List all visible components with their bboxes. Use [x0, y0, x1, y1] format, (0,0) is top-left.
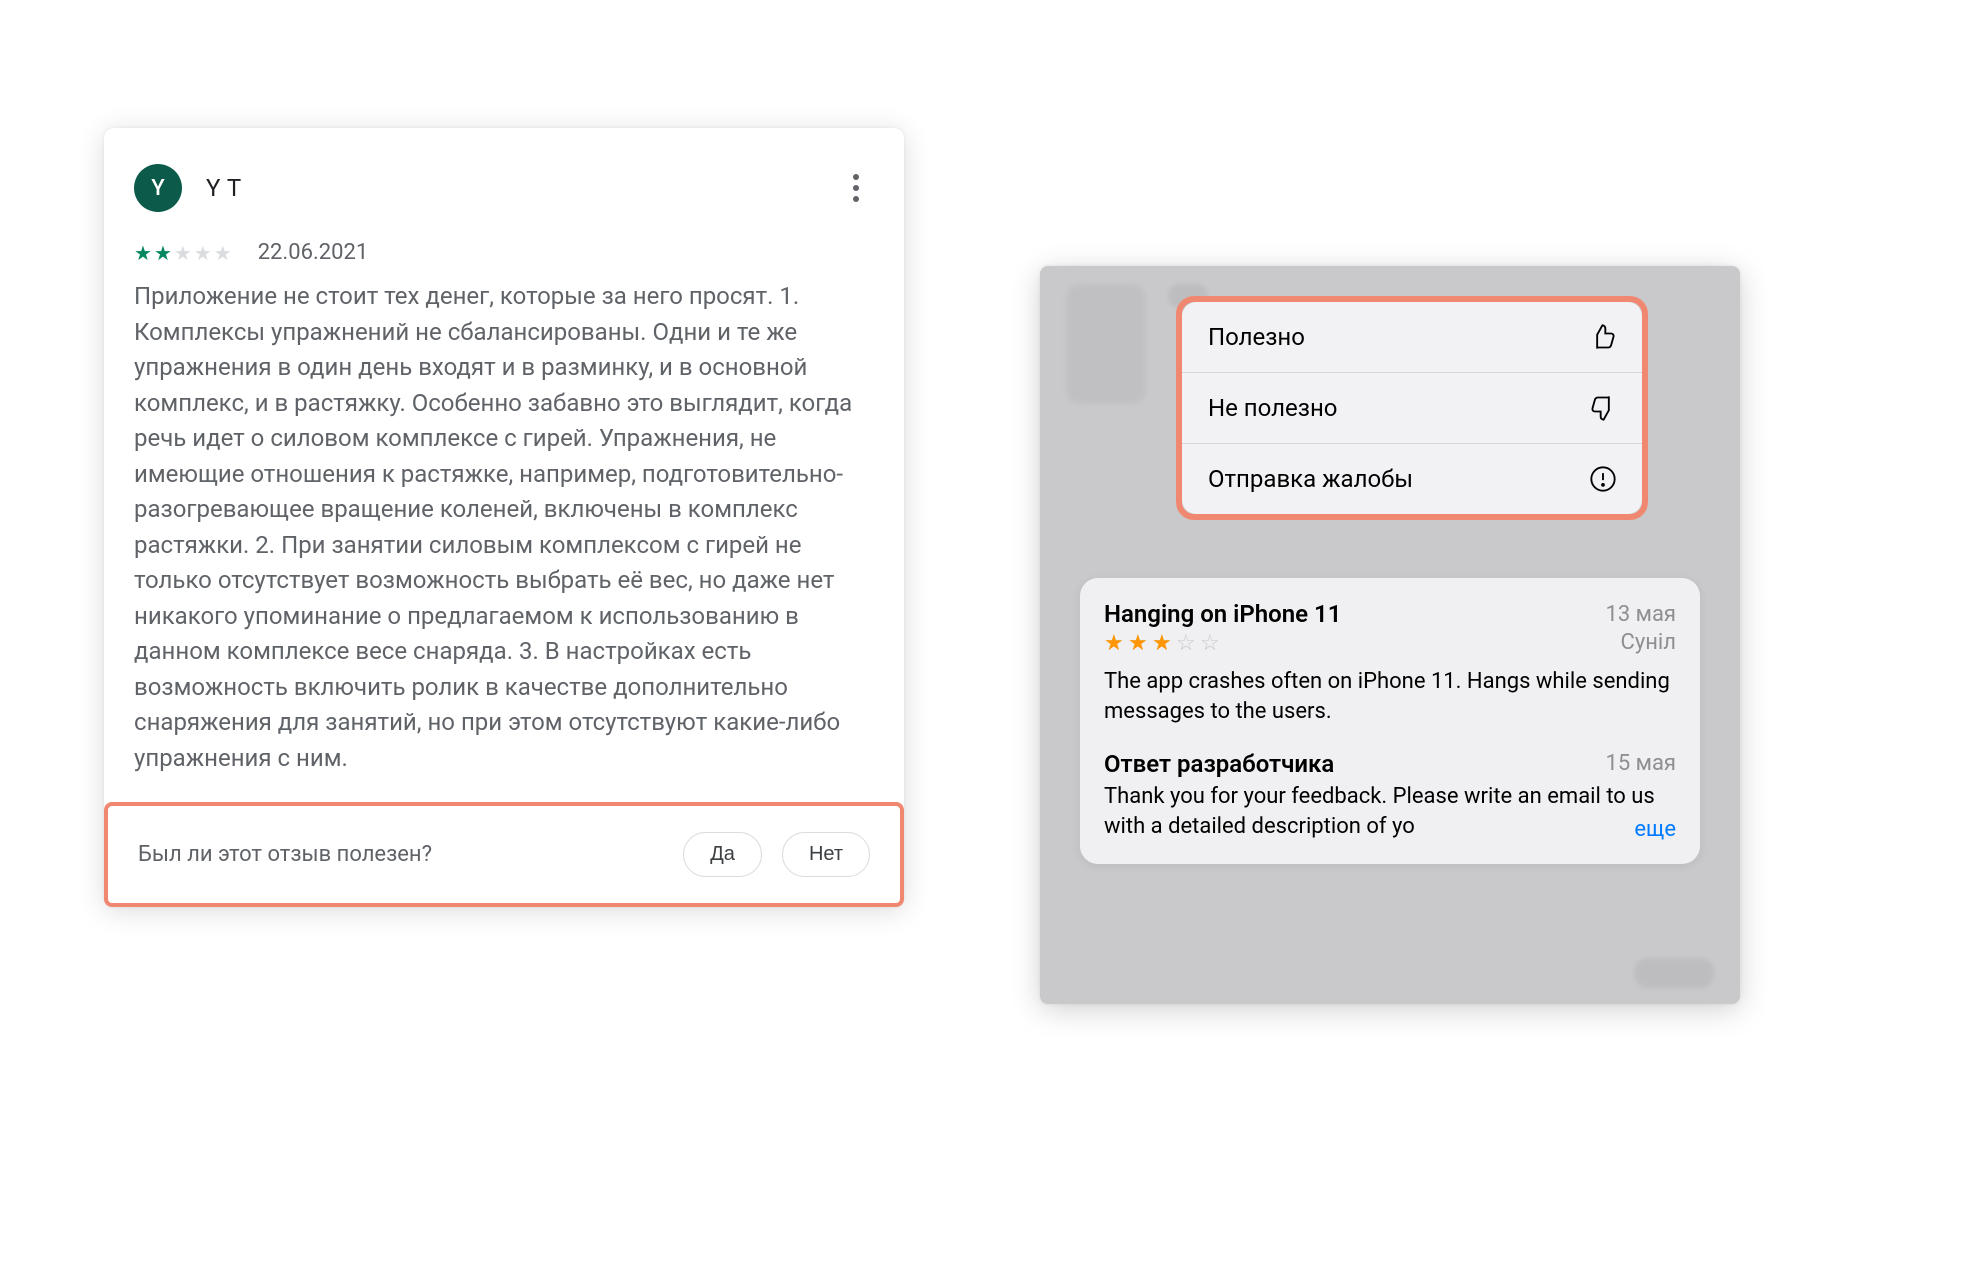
kebab-dot-icon	[853, 174, 859, 180]
kebab-dot-icon	[853, 185, 859, 191]
reviewer-name: Y T	[206, 174, 242, 202]
background-blur	[1634, 958, 1714, 988]
menu-item-report[interactable]: Отправка жалобы	[1182, 444, 1642, 514]
thumbs-up-icon	[1588, 322, 1618, 352]
star-rating: ☆★☆★☆★☆★☆★	[1104, 631, 1222, 655]
developer-response-date: 15 мая	[1605, 751, 1676, 776]
star-rating: ★★★★★	[134, 243, 232, 263]
rating-line: ★★★★★ 22.06.2021	[134, 240, 874, 279]
star-empty-icon: ★	[214, 243, 232, 263]
alert-circle-icon	[1588, 464, 1618, 494]
helpful-yes-button[interactable]: Да	[683, 832, 762, 877]
more-options-button[interactable]	[838, 170, 874, 206]
developer-response-body: Thank you for your feedback. Please writ…	[1104, 778, 1676, 843]
developer-response-title: Ответ разработчика	[1104, 750, 1334, 778]
review-author: Суніл	[1621, 630, 1676, 655]
menu-item-not-helpful[interactable]: Не полезно	[1182, 373, 1642, 444]
app-store-panel: Полезно Не полезно Отправка жалобы Hang	[1040, 266, 1740, 1004]
highlight-box: Полезно Не полезно Отправка жалобы	[1176, 296, 1648, 520]
avatar: Y	[134, 164, 182, 212]
review-date: 13 мая	[1605, 602, 1676, 627]
google-play-review-card: Y Y T ★★★★★ 22.06.2021 Приложение не сто…	[104, 128, 904, 907]
menu-item-label: Полезно	[1208, 323, 1305, 351]
app-store-review-card[interactable]: Hanging on iPhone 11 13 мая ☆★☆★☆★☆★☆★ С…	[1080, 578, 1700, 864]
star-empty-icon: ☆★	[1176, 633, 1198, 655]
star-filled-icon: ☆★	[1152, 633, 1174, 655]
background-blur	[1066, 284, 1146, 404]
kebab-dot-icon	[853, 196, 859, 202]
review-header: Y Y T	[134, 158, 874, 240]
helpful-question: Был ли этот отзыв полезен?	[138, 842, 663, 867]
helpful-section: Был ли этот отзыв полезен? Да Нет	[104, 802, 904, 907]
review-title: Hanging on iPhone 11	[1104, 600, 1341, 628]
star-filled-icon: ★	[134, 243, 152, 263]
menu-item-helpful[interactable]: Полезно	[1182, 302, 1642, 373]
star-empty-icon: ★	[194, 243, 212, 263]
review-body: The app crashes often on iPhone 11. Hang…	[1104, 655, 1676, 728]
show-more-link[interactable]: еще	[1594, 817, 1676, 842]
thumbs-down-icon	[1588, 393, 1618, 423]
menu-item-label: Отправка жалобы	[1208, 465, 1413, 493]
review-body: Приложение не стоит тех денег, которые з…	[134, 279, 874, 802]
context-menu: Полезно Не полезно Отправка жалобы	[1182, 302, 1642, 514]
star-filled-icon: ☆★	[1104, 633, 1126, 655]
helpful-no-button[interactable]: Нет	[782, 832, 870, 877]
star-filled-icon: ☆★	[1128, 633, 1150, 655]
star-empty-icon: ☆★	[1200, 633, 1222, 655]
highlight-box: Был ли этот отзыв полезен? Да Нет	[104, 802, 904, 907]
menu-item-label: Не полезно	[1208, 394, 1337, 422]
star-empty-icon: ★	[174, 243, 192, 263]
star-filled-icon: ★	[154, 243, 172, 263]
review-date: 22.06.2021	[258, 240, 369, 265]
